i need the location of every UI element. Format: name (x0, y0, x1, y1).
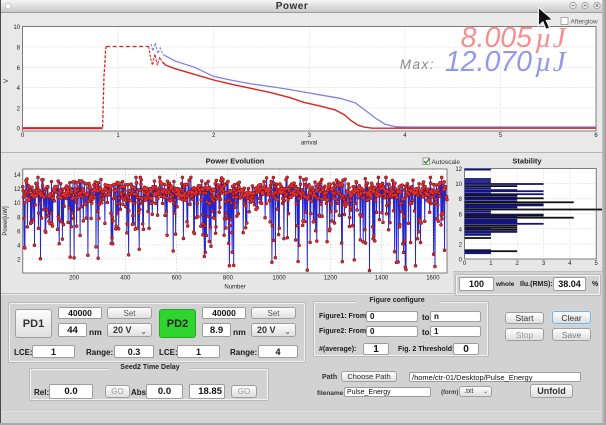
svg-text:2: 2 (212, 133, 216, 139)
svg-text:3: 3 (308, 133, 312, 139)
svg-text:Power[uW]: Power[uW] (3, 206, 9, 236)
svg-text:1400: 1400 (375, 276, 389, 282)
svg-text:0: 0 (21, 133, 25, 139)
svg-text:4: 4 (568, 261, 572, 267)
svg-text:8: 8 (17, 215, 21, 221)
svg-text:0: 0 (17, 127, 21, 133)
svg-text:µJ: µJ (535, 46, 567, 78)
svg-text:Stability: Stability (512, 157, 542, 166)
svg-text:10: 10 (455, 182, 462, 188)
svg-text:4: 4 (17, 86, 21, 92)
svg-text:1: 1 (489, 261, 493, 267)
svg-text:200: 200 (69, 276, 80, 282)
svg-text:14: 14 (14, 173, 21, 179)
svg-text:10: 10 (14, 201, 21, 207)
svg-text:2: 2 (459, 242, 463, 248)
svg-text:5: 5 (595, 261, 599, 267)
svg-text:6: 6 (594, 133, 598, 139)
svg-text:5: 5 (499, 133, 503, 139)
svg-text:600: 600 (172, 276, 183, 282)
svg-text:4: 4 (17, 243, 21, 249)
svg-text:Afterglow: Afterglow (571, 19, 598, 26)
svg-text:1200: 1200 (324, 276, 338, 282)
svg-text:800: 800 (223, 276, 234, 282)
svg-text:6: 6 (17, 66, 21, 72)
svg-text:2: 2 (516, 261, 520, 267)
svg-text:V: V (4, 79, 10, 83)
svg-text:12.070: 12.070 (445, 46, 532, 78)
svg-text:3: 3 (542, 261, 546, 267)
svg-text:Number: Number (224, 285, 245, 291)
svg-text:4: 4 (459, 227, 463, 233)
svg-text:10: 10 (13, 25, 20, 31)
svg-text:1600: 1600 (426, 276, 440, 282)
svg-text:12: 12 (455, 167, 462, 173)
svg-text:400: 400 (120, 276, 131, 282)
svg-text:6: 6 (17, 229, 21, 235)
svg-text:1000: 1000 (272, 276, 286, 282)
svg-text:2: 2 (17, 106, 21, 112)
svg-text:Max:: Max: (400, 57, 435, 72)
svg-text:0: 0 (463, 261, 467, 267)
svg-text:1: 1 (116, 133, 120, 139)
svg-text:8: 8 (17, 46, 21, 52)
svg-text:6: 6 (459, 212, 463, 218)
svg-text:8: 8 (459, 197, 463, 203)
svg-text:12: 12 (14, 187, 21, 193)
svg-text:arrival: arrival (301, 141, 317, 147)
svg-text:Power Evolution: Power Evolution (206, 157, 265, 166)
svg-text:2: 2 (17, 257, 21, 263)
svg-text:4: 4 (403, 133, 407, 139)
